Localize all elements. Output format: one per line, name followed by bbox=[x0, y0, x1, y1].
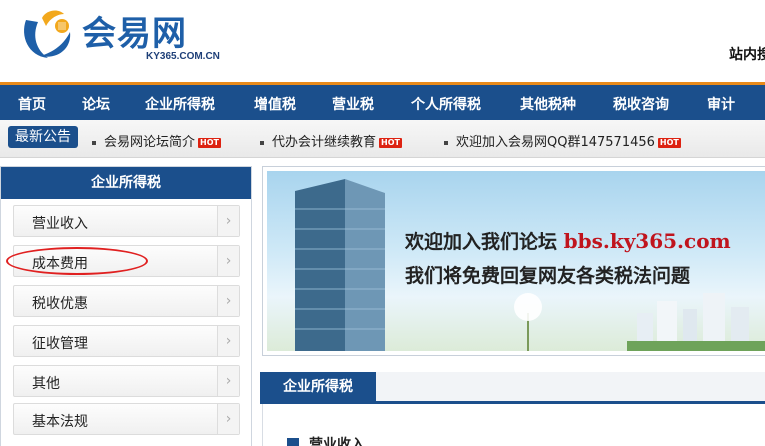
nav-home[interactable]: 首页 bbox=[18, 94, 46, 114]
announcement-item[interactable]: 欢迎加入会易网QQ群147571456 HOT bbox=[444, 131, 681, 150]
banner-image: 欢迎加入我们论坛 bbs.ky365.com 我们将免费回复网友各类税法问题 bbox=[267, 171, 765, 351]
chevron-right-icon: › bbox=[217, 286, 239, 316]
content-subheading[interactable]: 营业收入 bbox=[287, 434, 365, 446]
square-bullet-icon bbox=[287, 438, 299, 446]
site-header: 会易网 KY365.COM.CN 站内搜 bbox=[0, 0, 765, 82]
sidebar-item-label: 基本法规 bbox=[32, 414, 88, 430]
nav-business-tax[interactable]: 营业税 bbox=[332, 94, 374, 114]
hot-badge: HOT bbox=[657, 137, 681, 148]
banner-headline: 欢迎加入我们论坛 bbs.ky365.com bbox=[405, 227, 731, 254]
nav-audit[interactable]: 审计 bbox=[707, 94, 735, 114]
sidebar-item-label: 营业收入 bbox=[32, 216, 88, 232]
sidebar-item-tax-incentives[interactable]: 税收优惠 › bbox=[13, 285, 240, 317]
logo-icon bbox=[24, 10, 71, 58]
chevron-right-icon: › bbox=[217, 246, 239, 276]
bullet-icon bbox=[92, 140, 96, 145]
sidebar-item-label: 税收优惠 bbox=[32, 296, 88, 312]
sidebar-item-costs[interactable]: 成本费用 › bbox=[13, 245, 240, 277]
announcement-item[interactable]: 会易网论坛简介 HOT bbox=[92, 131, 221, 150]
nav-tax-consulting[interactable]: 税收咨询 bbox=[613, 94, 669, 114]
content-panel: 营业收入 bbox=[262, 404, 765, 446]
logo-domain: KY365.COM.CN bbox=[146, 51, 220, 62]
sidebar-item-label: 成本费用 bbox=[32, 256, 88, 272]
nav-personal-income-tax[interactable]: 个人所得税 bbox=[411, 94, 481, 114]
sidebar-title: 企业所得税 bbox=[1, 167, 251, 199]
banner-subline: 我们将免费回复网友各类税法问题 bbox=[405, 265, 691, 287]
chevron-right-icon: › bbox=[217, 404, 239, 434]
chevron-right-icon: › bbox=[217, 366, 239, 396]
hot-badge: HOT bbox=[198, 137, 221, 148]
banner-url[interactable]: bbs.ky365.com bbox=[564, 229, 731, 253]
sidebar-item-label: 其他 bbox=[32, 376, 60, 392]
announcement-item[interactable]: 代办会计继续教育 HOT bbox=[260, 131, 402, 150]
bullet-icon bbox=[444, 140, 448, 145]
sidebar-item-other[interactable]: 其他 › bbox=[13, 365, 240, 397]
sidebar-item-collection-management[interactable]: 征收管理 › bbox=[13, 325, 240, 357]
nav-corporate-income-tax[interactable]: 企业所得税 bbox=[145, 94, 215, 114]
sidebar-item-basic-regulations[interactable]: 基本法规 › bbox=[13, 403, 240, 435]
nav-vat[interactable]: 增值税 bbox=[254, 94, 296, 114]
dandelion-illustration bbox=[514, 293, 542, 351]
announcement-bar: 最新公告 会易网论坛简介 HOT 代办会计继续教育 HOT 欢迎加入会易网QQ群14… bbox=[0, 120, 765, 158]
city-skyline-illustration bbox=[627, 293, 765, 351]
announcement-text[interactable]: 代办会计继续教育 bbox=[272, 135, 376, 150]
tab-corporate-income-tax[interactable]: 企业所得税 bbox=[260, 372, 376, 404]
announcement-label: 最新公告 bbox=[8, 126, 78, 148]
bullet-icon bbox=[260, 140, 264, 145]
site-logo[interactable]: 会易网 KY365.COM.CN bbox=[18, 4, 220, 74]
hot-badge: HOT bbox=[379, 137, 402, 148]
sidebar-item-revenue[interactable]: 营业收入 › bbox=[13, 205, 240, 237]
skyscraper-illustration bbox=[295, 179, 385, 351]
nav-other-taxes[interactable]: 其他税种 bbox=[520, 94, 576, 114]
category-sidebar: 企业所得税 营业收入 › 成本费用 › 税收优惠 › 征收管理 › 其他 › 基… bbox=[0, 166, 252, 446]
chevron-right-icon: › bbox=[217, 206, 239, 236]
logo-text: 会易网 bbox=[82, 14, 187, 54]
content-tab-bar: 企业所得税 bbox=[260, 372, 765, 404]
announcement-text[interactable]: 欢迎加入会易网QQ群147571456 bbox=[456, 135, 655, 150]
announcement-text[interactable]: 会易网论坛简介 bbox=[104, 135, 195, 150]
chevron-right-icon: › bbox=[217, 326, 239, 356]
promo-banner[interactable]: 欢迎加入我们论坛 bbs.ky365.com 我们将免费回复网友各类税法问题 bbox=[262, 166, 765, 356]
nav-forum[interactable]: 论坛 bbox=[82, 94, 110, 114]
main-nav: 首页 论坛 企业所得税 增值税 营业税 个人所得税 其他税种 税收咨询 审计 bbox=[0, 82, 765, 120]
banner-welcome-text: 欢迎加入我们论坛 bbox=[405, 231, 558, 253]
site-search-label[interactable]: 站内搜 bbox=[729, 44, 765, 64]
content-subheading-text: 营业收入 bbox=[309, 437, 365, 446]
sidebar-item-label: 征收管理 bbox=[32, 336, 88, 352]
